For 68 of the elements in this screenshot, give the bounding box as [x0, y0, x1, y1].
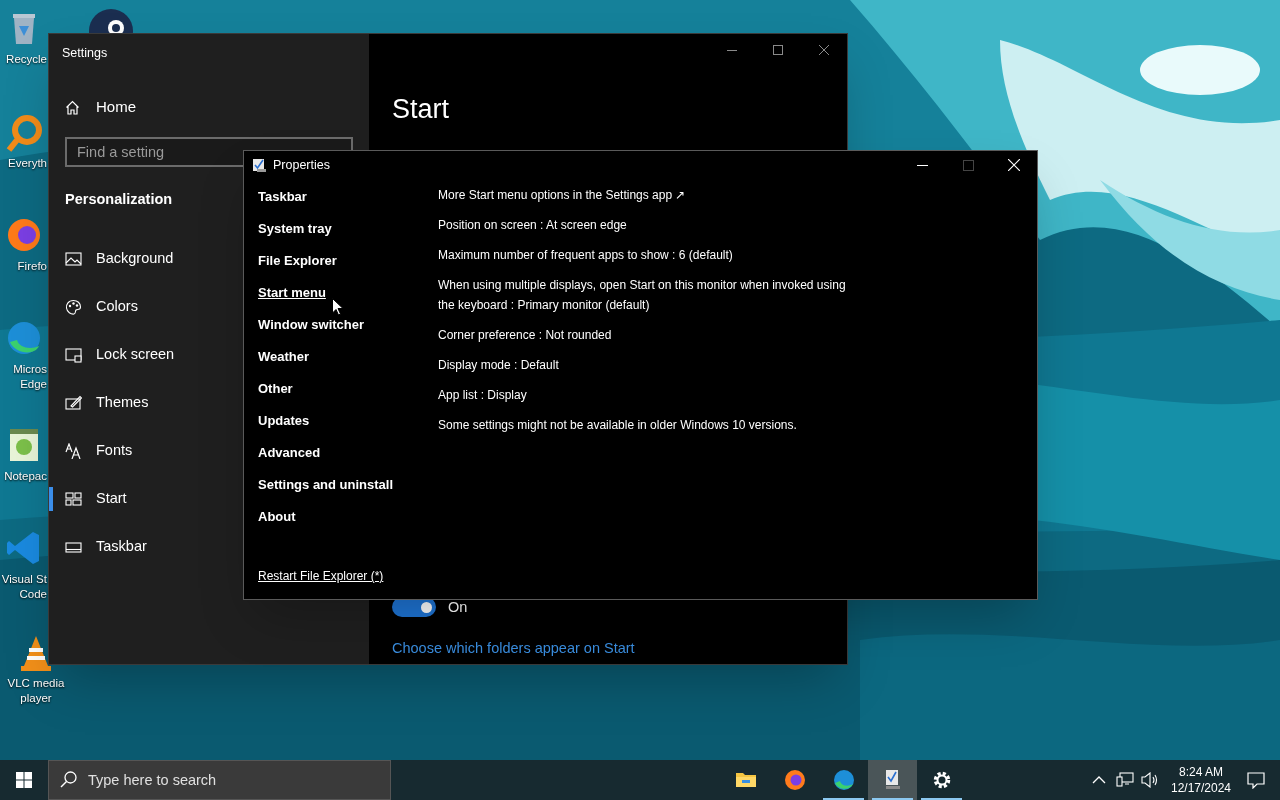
- setting-text: When using multiple displays, open Start on this monitor when invoked using the keyboard : Primary monitor (default): [438, 277, 847, 314]
- maximize-icon[interactable]: [773, 45, 783, 55]
- settings-nav-item[interactable]: Background: [49, 235, 182, 283]
- setting-text: App list : Display: [438, 387, 528, 404]
- properties-app-icon: [252, 158, 266, 172]
- toggle-state-label: On: [448, 597, 468, 617]
- properties-nav-item[interactable]: Weather: [258, 339, 424, 371]
- fonts-icon: [65, 443, 82, 459]
- desktop-icon-label: Edge: [20, 377, 47, 392]
- properties-nav-item[interactable]: Settings and uninstall: [258, 467, 424, 499]
- settings-nav-item[interactable]: Fonts: [49, 427, 141, 475]
- properties-nav-item[interactable]: Advanced: [258, 435, 424, 467]
- notification-icon[interactable]: [1247, 771, 1265, 789]
- setting-text: Maximum number of frequent apps to show : 6 (default): [438, 247, 734, 264]
- desktop-icon-label: player: [20, 691, 52, 706]
- taskbar-app-button[interactable]: [868, 760, 917, 800]
- window-title: Settings: [61, 45, 109, 62]
- chevron-up-icon[interactable]: [1092, 775, 1106, 785]
- clock-button[interactable]: 8:24 AM 12/17/2024: [1167, 764, 1235, 796]
- settings-nav-item[interactable]: Taskbar: [49, 523, 155, 571]
- settings-nav-item[interactable]: Start: [49, 475, 135, 523]
- desktop-icon-label: VLC media: [7, 676, 65, 691]
- setting-text: Display mode : Default: [438, 357, 560, 374]
- desktop-icon-label: Firefo: [17, 259, 47, 274]
- folders-link[interactable]: Choose which folders appear on Start: [392, 638, 847, 660]
- properties-nav-item[interactable]: System tray: [258, 211, 424, 243]
- properties-nav-item[interactable]: Updates: [258, 403, 424, 435]
- desktop-icon-label: Micros: [13, 362, 47, 377]
- properties-nav-item[interactable]: File Explorer: [258, 243, 424, 275]
- network-icon[interactable]: [1116, 772, 1134, 788]
- home-icon: [65, 99, 80, 115]
- windows-start-icon[interactable]: [16, 772, 32, 788]
- desktop-icon-label: Recycle: [6, 52, 47, 67]
- start-icon: [65, 491, 82, 507]
- properties-nav-item[interactable]: About: [258, 499, 424, 531]
- setting-text: Position on screen : At screen edge: [438, 217, 628, 234]
- background-icon: [65, 251, 82, 267]
- setting-text[interactable]: More Start menu options in the Settings app ↗: [438, 185, 856, 205]
- properties-nav-item[interactable]: Start menu: [258, 275, 424, 307]
- setting-text: Some settings might not be available in older Windows 10 versions.: [438, 417, 798, 434]
- volume-icon[interactable]: [1141, 772, 1159, 788]
- taskbar-search-field[interactable]: Type here to search: [48, 760, 391, 800]
- themes-icon: [65, 395, 82, 411]
- home-nav-item[interactable]: Home: [49, 96, 369, 118]
- settings-nav-item[interactable]: Colors: [49, 283, 146, 331]
- taskbar-icon: [65, 539, 82, 555]
- edge-app-icon: [831, 768, 856, 792]
- lock-icon: [65, 347, 82, 363]
- desktop-icon-label: Notepac: [4, 469, 47, 484]
- properties-nav-item[interactable]: Other: [258, 371, 424, 403]
- settings-nav-item[interactable]: Themes: [49, 379, 157, 427]
- close-icon[interactable]: [819, 45, 829, 55]
- properties-nav-item[interactable]: Window switcher: [258, 307, 424, 339]
- desktop-icon-label: Everyth: [8, 156, 47, 171]
- search-icon: [60, 771, 77, 788]
- page-title: Start: [392, 93, 451, 125]
- colors-icon: [65, 299, 82, 315]
- firefox-app-icon: [782, 768, 807, 792]
- desktop-icon-label: Code: [19, 587, 47, 602]
- desktop-icon-label: Visual St: [1, 572, 47, 587]
- setting-text: Corner preference : Not rounded: [438, 327, 613, 344]
- selection-indicator: [49, 487, 53, 511]
- section-heading: Personalization: [65, 190, 173, 209]
- maximize-icon: [962, 159, 974, 171]
- mouse-pointer-icon: [332, 298, 344, 316]
- restart-explorer-link[interactable]: Restart File Explorer (*): [258, 567, 424, 585]
- properties-nav-item[interactable]: Taskbar: [258, 179, 424, 211]
- settings-nav-item[interactable]: Lock screen: [49, 331, 183, 379]
